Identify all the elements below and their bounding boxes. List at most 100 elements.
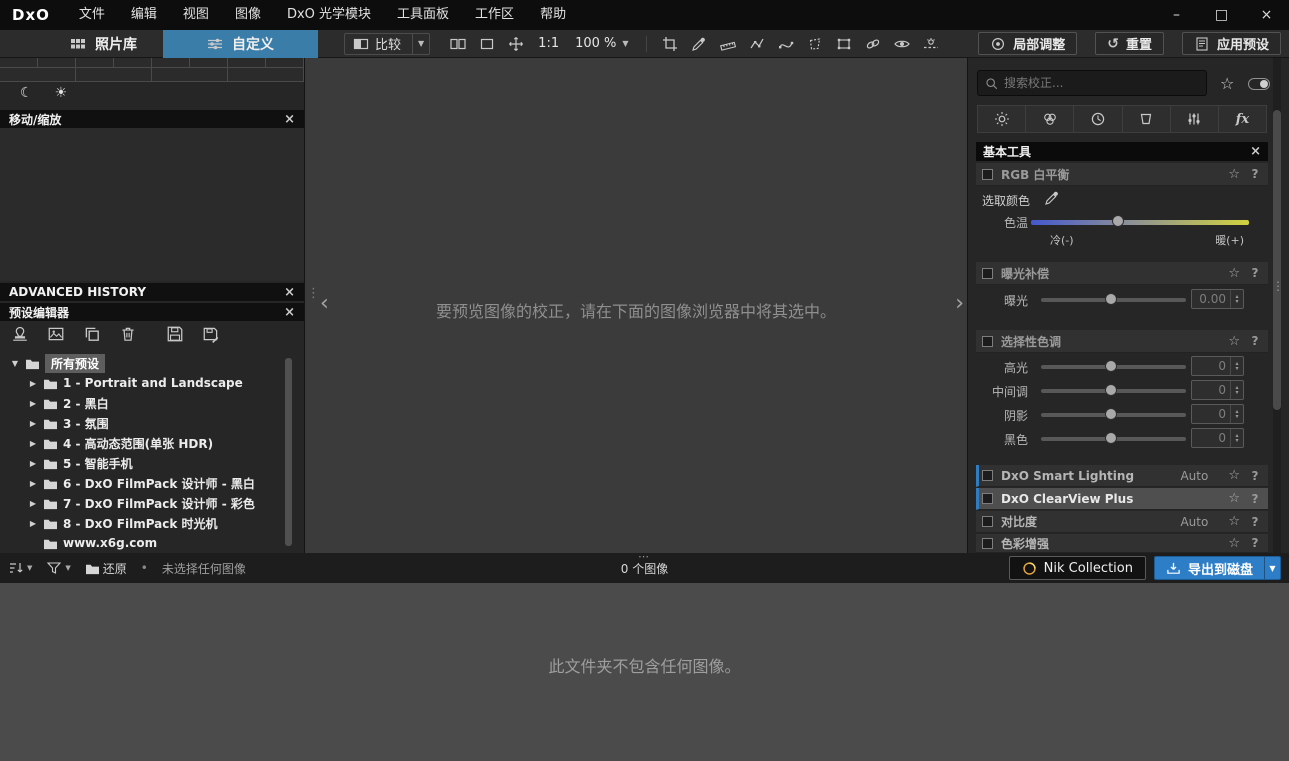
histogram-cell[interactable] <box>0 58 38 68</box>
show-corrections-button[interactable] <box>889 32 916 56</box>
preset-folder-4[interactable]: ▶ 4 - 高动态范围(单张 HDR) <box>0 433 304 453</box>
collapse-right-panel-icon[interactable]: › <box>955 293 964 315</box>
contrast-checkbox[interactable] <box>982 516 993 527</box>
spinner-arrows[interactable]: ▴ ▾ <box>1230 357 1243 375</box>
selective-tone-checkbox[interactable] <box>982 335 993 347</box>
restore-folder-button[interactable]: 还原 <box>85 560 127 577</box>
search-corrections-input[interactable] <box>1004 76 1199 90</box>
menu-tool-panels[interactable]: 工具面板 <box>384 0 462 30</box>
help-icon[interactable]: ? <box>1248 167 1262 181</box>
white-balance-section-header[interactable]: RGB 白平衡 ☆ ? <box>976 163 1268 186</box>
duplicate-preset-button[interactable] <box>83 325 101 343</box>
split-view-button[interactable] <box>444 32 471 56</box>
histogram-cell[interactable] <box>190 58 228 68</box>
create-preset-button[interactable] <box>11 325 29 343</box>
expand-icon[interactable]: ▶ <box>28 379 38 388</box>
clipping-preview-button[interactable] <box>918 32 945 56</box>
midtones-value-spinner[interactable]: 0 ▴ ▾ <box>1191 380 1244 400</box>
clearview-checkbox[interactable] <box>982 493 993 504</box>
local-adjustments-button[interactable]: 局部调整 <box>978 32 1078 55</box>
crop-tool-button[interactable] <box>657 32 684 56</box>
delete-preset-button[interactable] <box>119 325 137 343</box>
contrast-row[interactable]: 对比度 Auto ☆ ? <box>976 511 1268 533</box>
histogram-cell[interactable] <box>76 58 114 68</box>
color-picker-eyedropper-icon[interactable] <box>1044 190 1060 206</box>
control-point-tool-button[interactable] <box>773 32 800 56</box>
favorite-star-icon[interactable]: ☆ <box>1228 266 1240 281</box>
histogram-cell[interactable] <box>114 58 152 68</box>
menu-file[interactable]: 文件 <box>66 0 118 30</box>
exposure-slider-handle[interactable] <box>1104 293 1117 305</box>
histogram-cell[interactable] <box>0 68 76 82</box>
histogram-cell[interactable] <box>38 58 76 68</box>
link-tool-button[interactable] <box>860 32 887 56</box>
search-box[interactable] <box>977 70 1207 96</box>
favorite-star-icon[interactable]: ☆ <box>1228 334 1240 349</box>
close-preset-editor-icon[interactable]: × <box>284 305 295 320</box>
exposure-section-header[interactable]: 曝光补偿 ☆ ? <box>976 262 1268 285</box>
favorite-star-icon[interactable]: ☆ <box>1228 167 1240 182</box>
preset-folder-6[interactable]: ▶ 6 - DxO FilmPack 设计师 - 黑白 <box>0 473 304 493</box>
slider-handle[interactable] <box>1104 408 1117 420</box>
compare-dropdown-arrow[interactable]: ▼ <box>412 33 429 54</box>
customize-tab[interactable]: 自定义 <box>163 29 318 58</box>
white-balance-picker-button[interactable] <box>686 32 713 56</box>
slider-handle[interactable] <box>1104 432 1117 444</box>
geometry-palette-tab[interactable] <box>1123 106 1171 132</box>
exposure-value-spinner[interactable]: 0.00 ▴ ▾ <box>1191 289 1244 309</box>
minimize-button[interactable]: – <box>1154 0 1199 30</box>
close-button[interactable]: × <box>1244 0 1289 30</box>
preset-folder-5[interactable]: ▶ 5 - 智能手机 <box>0 453 304 473</box>
histogram-cell[interactable] <box>228 58 266 68</box>
midtones-slider[interactable] <box>1041 384 1186 396</box>
exposure-checkbox[interactable] <box>982 267 993 279</box>
shadows-value-spinner[interactable]: 0 ▴ ▾ <box>1191 404 1244 424</box>
right-panel-scrollbar[interactable] <box>1273 110 1281 410</box>
preset-folder-7[interactable]: ▶ 7 - DxO FilmPack 设计师 - 彩色 <box>0 493 304 513</box>
preset-folder-www[interactable]: www.x6g.com <box>0 533 304 553</box>
create-preset-from-image-button[interactable] <box>47 325 65 343</box>
repair-tool-button[interactable] <box>744 32 771 56</box>
help-icon[interactable]: ? <box>1248 334 1262 348</box>
highlights-slider[interactable] <box>1041 360 1186 372</box>
help-icon[interactable]: ? <box>1248 492 1262 506</box>
spinner-arrows[interactable]: ▴ ▾ <box>1230 381 1243 399</box>
spinner-arrows[interactable]: ▴ ▾ <box>1230 429 1243 447</box>
menu-view[interactable]: 视图 <box>170 0 222 30</box>
fx-palette-tab[interactable]: fx <box>1219 106 1266 132</box>
favorite-star-icon[interactable]: ☆ <box>1228 491 1240 506</box>
expand-icon[interactable]: ▶ <box>28 419 38 428</box>
shadow-clipping-moon-icon[interactable]: ☾ <box>20 85 33 101</box>
help-icon[interactable]: ? <box>1248 469 1262 483</box>
detail-palette-tab[interactable] <box>1074 106 1123 132</box>
photo-library-tab[interactable]: 照片库 <box>44 30 163 58</box>
help-icon[interactable]: ? <box>1248 536 1262 550</box>
apply-preset-button[interactable]: 应用预设 <box>1181 32 1281 55</box>
menu-workspace[interactable]: 工作区 <box>462 0 527 30</box>
menu-edit[interactable]: 编辑 <box>118 0 170 30</box>
expand-icon[interactable]: ▶ <box>28 459 38 468</box>
horizon-straighten-button[interactable] <box>715 32 742 56</box>
contrast-mode[interactable]: Auto <box>1180 515 1208 529</box>
favorite-star-icon[interactable]: ☆ <box>1228 514 1240 529</box>
expand-icon[interactable]: ▶ <box>28 479 38 488</box>
smart-lighting-row[interactable]: DxO Smart Lighting Auto ☆ ? <box>976 465 1268 487</box>
help-icon[interactable]: ? <box>1248 266 1262 280</box>
preset-folder-1[interactable]: ▶ 1 - Portrait and Landscape <box>0 373 304 393</box>
exposure-slider[interactable] <box>1041 293 1186 305</box>
menu-image[interactable]: 图像 <box>222 0 274 30</box>
help-icon[interactable]: ? <box>1248 515 1262 529</box>
color-palette-tab[interactable] <box>1026 106 1075 132</box>
preset-folder-2[interactable]: ▶ 2 - 黑白 <box>0 393 304 413</box>
temperature-slider[interactable] <box>1031 215 1249 227</box>
single-view-button[interactable] <box>473 32 500 56</box>
reset-button[interactable]: ↺ 重置 <box>1095 32 1164 55</box>
active-corrections-toggle[interactable] <box>1248 78 1270 90</box>
local-adjustments-palette-tab[interactable] <box>1171 106 1219 132</box>
histogram-cell[interactable] <box>228 68 304 82</box>
slider-handle[interactable] <box>1104 360 1117 372</box>
highlights-value-spinner[interactable]: 0 ▴ ▾ <box>1191 356 1244 376</box>
close-palette-icon[interactable]: × <box>1250 144 1261 159</box>
expand-icon[interactable]: ▶ <box>28 399 38 408</box>
import-preset-button[interactable] <box>166 325 184 343</box>
